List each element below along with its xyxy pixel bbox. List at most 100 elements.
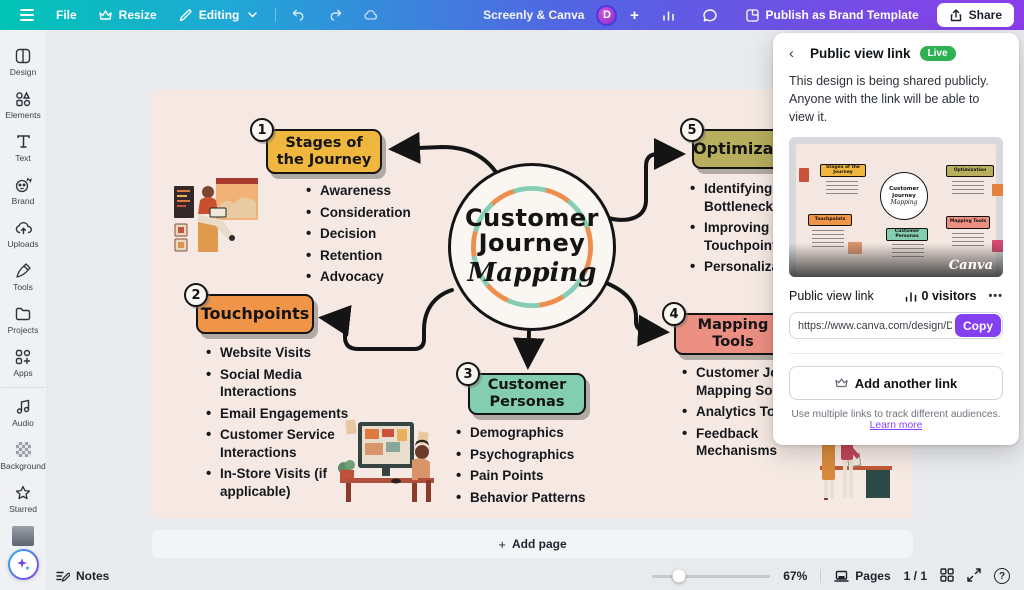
back-chevron-icon[interactable]: ‹ (789, 45, 801, 62)
sidebar-label: Tools (13, 282, 33, 292)
bullet-item: Pain Points (454, 467, 614, 485)
magic-assistant-button[interactable] (8, 549, 39, 580)
panel-description: This design is being shared publicly. An… (789, 72, 1003, 126)
file-label: File (56, 8, 77, 22)
pen-tool-icon (14, 262, 32, 280)
thumbnail-node: Touchpoints (808, 214, 852, 226)
sidebar-label: Elements (5, 110, 40, 120)
design-preview-thumbnail[interactable]: Customer Journey Mapping Stages of the J… (789, 137, 1003, 277)
live-badge: Live (920, 46, 956, 61)
redo-button[interactable] (318, 4, 352, 26)
bullet-item: Psychographics (454, 446, 614, 464)
sidebar-label: Background (0, 461, 45, 471)
mindmap-node-stages[interactable]: Stages of the Journey (266, 129, 382, 174)
share-button[interactable]: Share (937, 3, 1014, 27)
node-badge-5[interactable]: 5 (680, 118, 704, 142)
add-page-button[interactable]: + Add page (152, 530, 913, 558)
zoom-slider[interactable] (652, 575, 770, 578)
sidebar-item-projects[interactable]: Projects (0, 298, 46, 341)
notes-button[interactable]: Notes (56, 569, 109, 583)
add-member-button[interactable]: + (625, 4, 643, 26)
thumbnail-node: Customer Personas (886, 228, 928, 241)
bullet-item: Demographics (454, 424, 614, 442)
node-bullets-personas[interactable]: Demographics Psychographics Pain Points … (454, 424, 614, 510)
panel-title: Public view link (810, 46, 911, 61)
comment-icon (703, 8, 717, 22)
zoom-slider-thumb[interactable] (673, 570, 686, 583)
badge-number: 5 (687, 123, 696, 138)
grid-view-button[interactable] (940, 568, 954, 585)
editing-mode-dropdown[interactable]: Editing (169, 4, 270, 26)
visitors-count[interactable]: 0 visitors (905, 289, 977, 303)
node-title: Touchpoints (201, 305, 310, 323)
zoom-level[interactable]: 67% (783, 569, 807, 583)
learn-more-link[interactable]: Learn more (870, 420, 923, 431)
bullet-item: Advocacy (304, 268, 444, 286)
main-menu-button[interactable] (10, 4, 44, 26)
text-icon (14, 133, 32, 151)
notes-label: Notes (76, 569, 109, 583)
bullet-item: Behavior Patterns (454, 489, 614, 507)
mindmap-node-touchpoints[interactable]: Touchpoints (196, 294, 314, 334)
resize-button[interactable]: Resize (89, 4, 167, 26)
visitors-chart-icon (905, 291, 917, 302)
design-icon (14, 47, 32, 65)
comments-button[interactable] (693, 4, 727, 26)
avatar[interactable]: D (596, 5, 617, 26)
node-bullets-stages[interactable]: Awareness Consideration Decision Retenti… (304, 182, 444, 290)
node-badge-2[interactable]: 2 (184, 283, 208, 307)
sidebar-item-elements[interactable]: Elements (0, 83, 46, 126)
grid-view-icon (940, 568, 954, 582)
redo-icon (328, 8, 342, 22)
sidebar-item-background[interactable]: Background (0, 434, 46, 477)
sidebar-item-tools[interactable]: Tools (0, 255, 46, 298)
sidebar-item-uploads[interactable]: Uploads (0, 212, 46, 255)
center-title-line1: Customer (465, 206, 599, 231)
sidebar-item-design[interactable]: Design (0, 40, 46, 83)
help-button[interactable]: ? (994, 568, 1010, 584)
sidebar-label: Text (15, 153, 31, 163)
sidebar-label: Brand (12, 196, 35, 206)
pages-button[interactable]: Pages (834, 569, 890, 583)
thumbnail-center-topic: Customer Journey Mapping (880, 172, 928, 220)
illustration-person-laptop[interactable] (174, 178, 258, 252)
sidebar-item-brand[interactable]: Brand (0, 169, 46, 212)
sidebar-item-starred[interactable]: Starred (0, 477, 46, 520)
sidebar-item-audio[interactable]: Audio (0, 391, 46, 434)
node-badge-1[interactable]: 1 (250, 118, 274, 142)
node-title: Mapping Tools (682, 317, 784, 350)
sidebar-label: Projects (8, 325, 39, 335)
mindmap-node-personas[interactable]: Customer Personas (468, 373, 586, 415)
file-menu-button[interactable]: File (46, 4, 87, 26)
fullscreen-button[interactable] (967, 568, 981, 585)
bottom-status-bar: Notes 67% Pages 1 / 1 ? (0, 562, 1024, 590)
mindmap-center-topic[interactable]: Customer Journey Mapping (448, 163, 616, 331)
insights-button[interactable] (651, 4, 685, 26)
design-title[interactable]: Screenly & Canva (483, 8, 584, 22)
illustration-woman-desktop[interactable] (334, 418, 438, 502)
node-badge-3[interactable]: 3 (456, 362, 480, 386)
sparkle-icon (16, 557, 31, 572)
panel-divider (789, 353, 1003, 354)
undo-button[interactable] (282, 4, 316, 26)
copy-link-button[interactable]: Copy (955, 314, 1001, 337)
sidebar-item-apps[interactable]: Apps (0, 341, 46, 384)
editing-label: Editing (199, 8, 240, 22)
publish-brand-template-button[interactable]: Publish as Brand Template (735, 4, 928, 26)
bullet-item: Consideration (304, 204, 444, 222)
plus-icon: + (627, 8, 641, 22)
bottombar-divider (820, 569, 821, 583)
add-another-link-button[interactable]: Add another link (789, 366, 1003, 400)
link-options-menu[interactable]: ••• (988, 290, 1003, 302)
sidebar-item-text[interactable]: Text (0, 126, 46, 169)
node-badge-4[interactable]: 4 (662, 302, 686, 326)
canva-watermark: Canva (949, 258, 993, 273)
color-swatch[interactable] (12, 526, 34, 546)
chevron-down-icon (245, 8, 259, 22)
center-title-line2: Journey (479, 231, 586, 256)
panel-footnote: Use multiple links to track different au… (789, 409, 1003, 431)
template-icon (745, 8, 759, 22)
thumbnail-node: Stages of the Journey (820, 164, 866, 177)
cloud-save-button[interactable] (354, 4, 388, 26)
cloud-icon (364, 8, 378, 22)
